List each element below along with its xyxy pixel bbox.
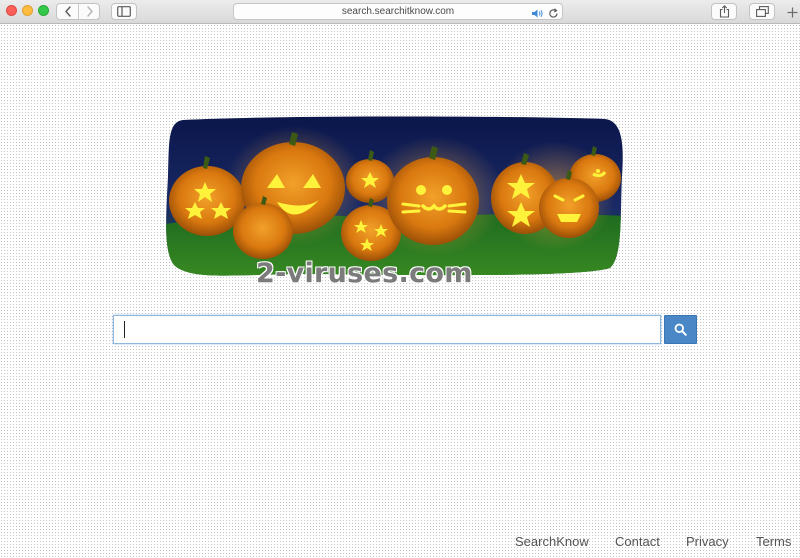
back-button[interactable]: [57, 4, 78, 19]
chevron-left-icon: [64, 6, 71, 17]
sidebar-icon: [117, 6, 131, 17]
chevron-right-icon: [86, 6, 93, 17]
browser-toolbar: search.searchitknow.com: [0, 0, 800, 24]
new-tab-button[interactable]: [786, 6, 798, 18]
tabs-icon: [755, 6, 769, 17]
navigation-buttons: [56, 3, 100, 20]
search-input[interactable]: [113, 315, 661, 344]
footer-link-searchknow[interactable]: SearchKnow: [515, 534, 589, 549]
close-window-button[interactable]: [6, 5, 17, 16]
watermark-text: 2-viruses.com: [256, 258, 473, 289]
reload-icon[interactable]: [548, 6, 559, 24]
zoom-window-button[interactable]: [38, 5, 49, 16]
search-button[interactable]: [664, 315, 697, 344]
footer-link-terms[interactable]: Terms: [756, 534, 791, 549]
footer-link-privacy[interactable]: Privacy: [686, 534, 729, 549]
url-text: search.searchitknow.com: [341, 6, 455, 17]
audio-icon[interactable]: [531, 6, 544, 24]
show-tabs-button[interactable]: [749, 3, 775, 20]
minimize-window-button[interactable]: [22, 5, 33, 16]
magnifier-icon: [674, 323, 687, 336]
sidebar-button[interactable]: [111, 3, 137, 20]
share-button[interactable]: [711, 3, 737, 20]
plus-icon: [787, 7, 797, 17]
forward-button[interactable]: [79, 4, 100, 19]
text-cursor: [124, 321, 125, 338]
address-bar[interactable]: search.searchitknow.com: [233, 3, 563, 20]
footer-link-contact[interactable]: Contact: [615, 534, 660, 549]
share-icon: [719, 5, 729, 18]
